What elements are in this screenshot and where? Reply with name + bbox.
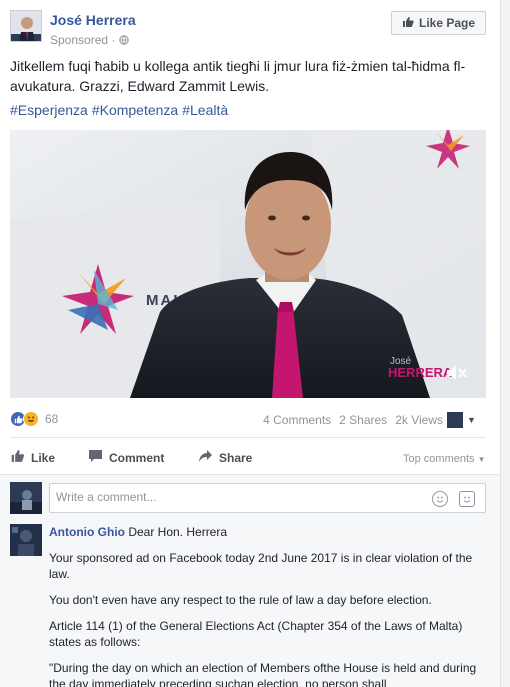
hashtag-link[interactable]: #Esperjenza [10, 102, 88, 118]
page-avatar[interactable] [10, 10, 42, 42]
top-comments-label: Top comments [403, 453, 475, 465]
video-player[interactable]: MALTA José HERRERA [10, 130, 486, 398]
shares-count-link[interactable]: 2 Shares [339, 413, 387, 427]
scrollbar[interactable] [500, 0, 510, 687]
comment-author-link[interactable]: Antonio Ghio [49, 525, 125, 539]
share-label: Share [219, 450, 253, 465]
comment-first-line: Dear Hon. Herrera [128, 525, 228, 539]
divider [10, 437, 486, 438]
comment-button[interactable]: Comment [88, 449, 164, 466]
comment-label: Comment [109, 450, 165, 465]
haha-reaction-icon [23, 411, 39, 427]
top-comments-dropdown[interactable]: Top comments ▼ [403, 453, 486, 465]
hashtag-link[interactable]: #Lealtà [182, 102, 228, 118]
thumbs-up-icon [10, 449, 25, 466]
post-text: Jitkellem fuqi ħabib u kollega antik tie… [10, 58, 466, 94]
comments-count-link[interactable]: 4 Comments [263, 413, 331, 427]
views-count-link[interactable]: 2k Views [395, 413, 443, 427]
page-name-link[interactable]: José Herrera [50, 12, 136, 28]
commenter-avatar[interactable] [10, 524, 42, 556]
speech-bubble-icon [88, 449, 103, 466]
mute-icon[interactable] [446, 365, 468, 381]
post-as-avatar[interactable] [447, 412, 463, 428]
post-stats: 4 Comments 2 Shares 2k Views [259, 413, 443, 427]
reaction-summary[interactable]: 68 [10, 411, 58, 427]
emoji-icon[interactable] [432, 491, 448, 507]
comment-paragraph: You don't even have any respect to the r… [49, 593, 432, 607]
separator-dot: · [111, 33, 119, 47]
like-label: Like [31, 450, 56, 465]
sponsored-post: José Herrera Sponsored · Like Page Jitke… [0, 0, 500, 687]
video-frame: MALTA José HERRERA [10, 130, 486, 398]
globe-icon [119, 33, 129, 47]
reaction-count: 68 [45, 412, 59, 426]
comment-paragraph: Your sponsored ad on Facebook today 2nd … [49, 551, 473, 581]
thumbs-up-icon [402, 16, 414, 31]
comment-paragraph: "During the day on which an election of … [49, 661, 477, 687]
hashtag-list: #Esperjenza #Kompetenza #Lealtà [10, 101, 232, 119]
share-button[interactable]: Share [198, 449, 252, 466]
share-arrow-icon [198, 449, 213, 466]
video-logo-name-text: HERRERA [388, 365, 453, 380]
like-page-label: Like Page [418, 16, 476, 30]
like-page-button[interactable]: Like Page [391, 11, 486, 35]
chevron-down-icon[interactable]: ▼ [467, 415, 476, 425]
sponsored-label: Sponsored · [50, 33, 129, 47]
viewer-avatar[interactable] [10, 482, 42, 514]
sponsored-text: Sponsored [50, 33, 109, 47]
comment-body: Antonio Ghio Dear Hon. Herrera Your spon… [49, 524, 489, 687]
like-button[interactable]: Like [10, 449, 55, 466]
sticker-icon[interactable] [459, 491, 475, 507]
comment-input[interactable] [56, 490, 416, 504]
hashtag-link[interactable]: #Kompetenza [92, 102, 178, 118]
comment-composer[interactable] [49, 483, 486, 513]
comment-paragraph: Article 114 (1) of the General Elections… [49, 619, 463, 649]
caret-down-icon: ▼ [477, 455, 486, 464]
